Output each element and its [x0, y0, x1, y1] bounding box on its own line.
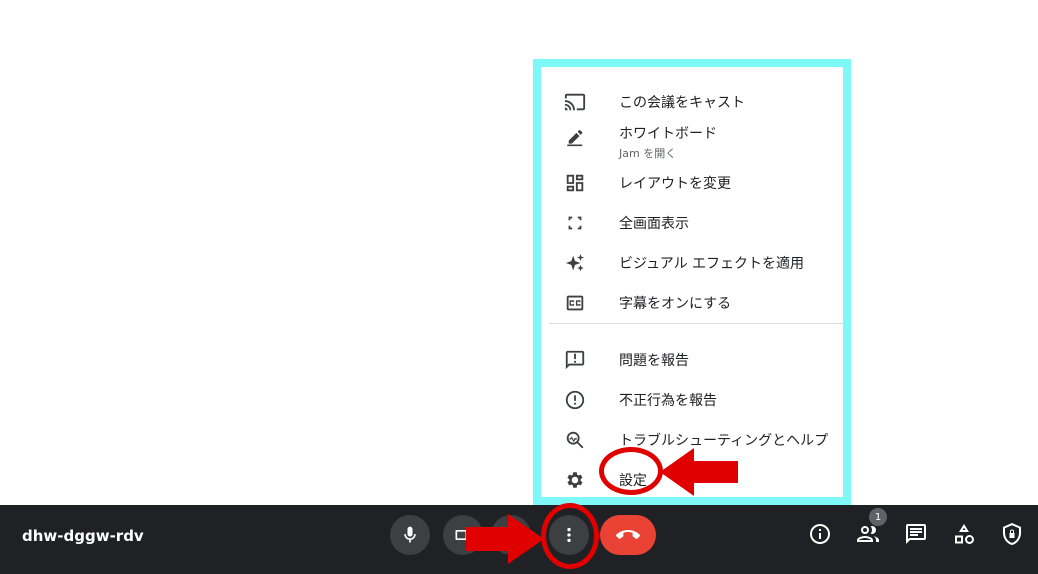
microphone-button[interactable] — [390, 515, 430, 555]
sparkle-icon — [563, 251, 587, 275]
right-pointing-arrow — [466, 514, 544, 564]
report-abuse-icon — [563, 388, 587, 412]
info-icon — [810, 524, 830, 544]
feedback-icon — [563, 348, 587, 372]
menu-item-label: 全画面表示 — [619, 216, 689, 232]
chat-button[interactable] — [903, 521, 929, 547]
cast-icon — [563, 90, 587, 114]
menu-item-whiteboard[interactable]: ホワイトボード Jam を開く — [541, 119, 843, 163]
closed-captions-icon — [563, 291, 587, 315]
meet-screen: この会議をキャスト ホワイトボード Jam を開く レイアウトを変更 全画面表示… — [0, 0, 1038, 574]
menu-item-captions[interactable]: 字幕をオンにする — [541, 283, 843, 323]
hang-up-icon — [616, 530, 640, 539]
left-pointing-arrow — [660, 448, 738, 496]
troubleshoot-icon — [563, 428, 587, 452]
menu-item-sublabel: Jam を開く — [619, 147, 677, 160]
menu-item-label: トラブルシューティングとヘルプ — [619, 433, 829, 449]
menu-item-label: ホワイトボード — [619, 126, 717, 142]
menu-item-cast[interactable]: この会議をキャスト — [541, 82, 843, 122]
microphone-icon — [404, 526, 416, 543]
settings-highlight-circle — [599, 447, 663, 495]
menu-item-label: レイアウトを変更 — [619, 176, 731, 192]
menu-item-report-problem[interactable]: 問題を報告 — [541, 340, 843, 380]
gear-icon — [563, 468, 587, 492]
shield-lock-icon — [1003, 523, 1021, 545]
menu-item-label: 字幕をオンにする — [619, 296, 732, 312]
menu-item-label: この会議をキャスト — [619, 95, 745, 111]
meeting-details-button[interactable] — [807, 521, 833, 547]
menu-divider — [549, 323, 843, 324]
activities-button[interactable] — [951, 521, 977, 547]
activities-icon — [955, 524, 974, 544]
menu-item-report-abuse[interactable]: 不正行為を報告 — [541, 380, 843, 420]
more-options-highlight-circle — [541, 503, 599, 569]
menu-item-label: 問題を報告 — [619, 353, 689, 369]
menu-item-fullscreen[interactable]: 全画面表示 — [541, 203, 843, 243]
participants-count-badge: 1 — [869, 508, 887, 526]
fullscreen-icon — [563, 211, 587, 235]
menu-item-label: 不正行為を報告 — [619, 393, 717, 409]
menu-item-visual-effects[interactable]: ビジュアル エフェクトを適用 — [541, 243, 843, 283]
meeting-code: dhw-dggw-rdv — [22, 527, 144, 545]
leave-call-button[interactable] — [600, 515, 656, 555]
more-options-menu: この会議をキャスト ホワイトボード Jam を開く レイアウトを変更 全画面表示… — [541, 67, 843, 497]
pencil-icon — [563, 127, 587, 151]
menu-item-change-layout[interactable]: レイアウトを変更 — [541, 163, 843, 203]
host-controls-button[interactable] — [999, 521, 1025, 547]
chat-icon — [906, 524, 926, 544]
highlight-frame: この会議をキャスト ホワイトボード Jam を開く レイアウトを変更 全画面表示… — [533, 59, 851, 505]
menu-item-label: ビジュアル エフェクトを適用 — [619, 256, 805, 272]
layout-icon — [563, 171, 587, 195]
